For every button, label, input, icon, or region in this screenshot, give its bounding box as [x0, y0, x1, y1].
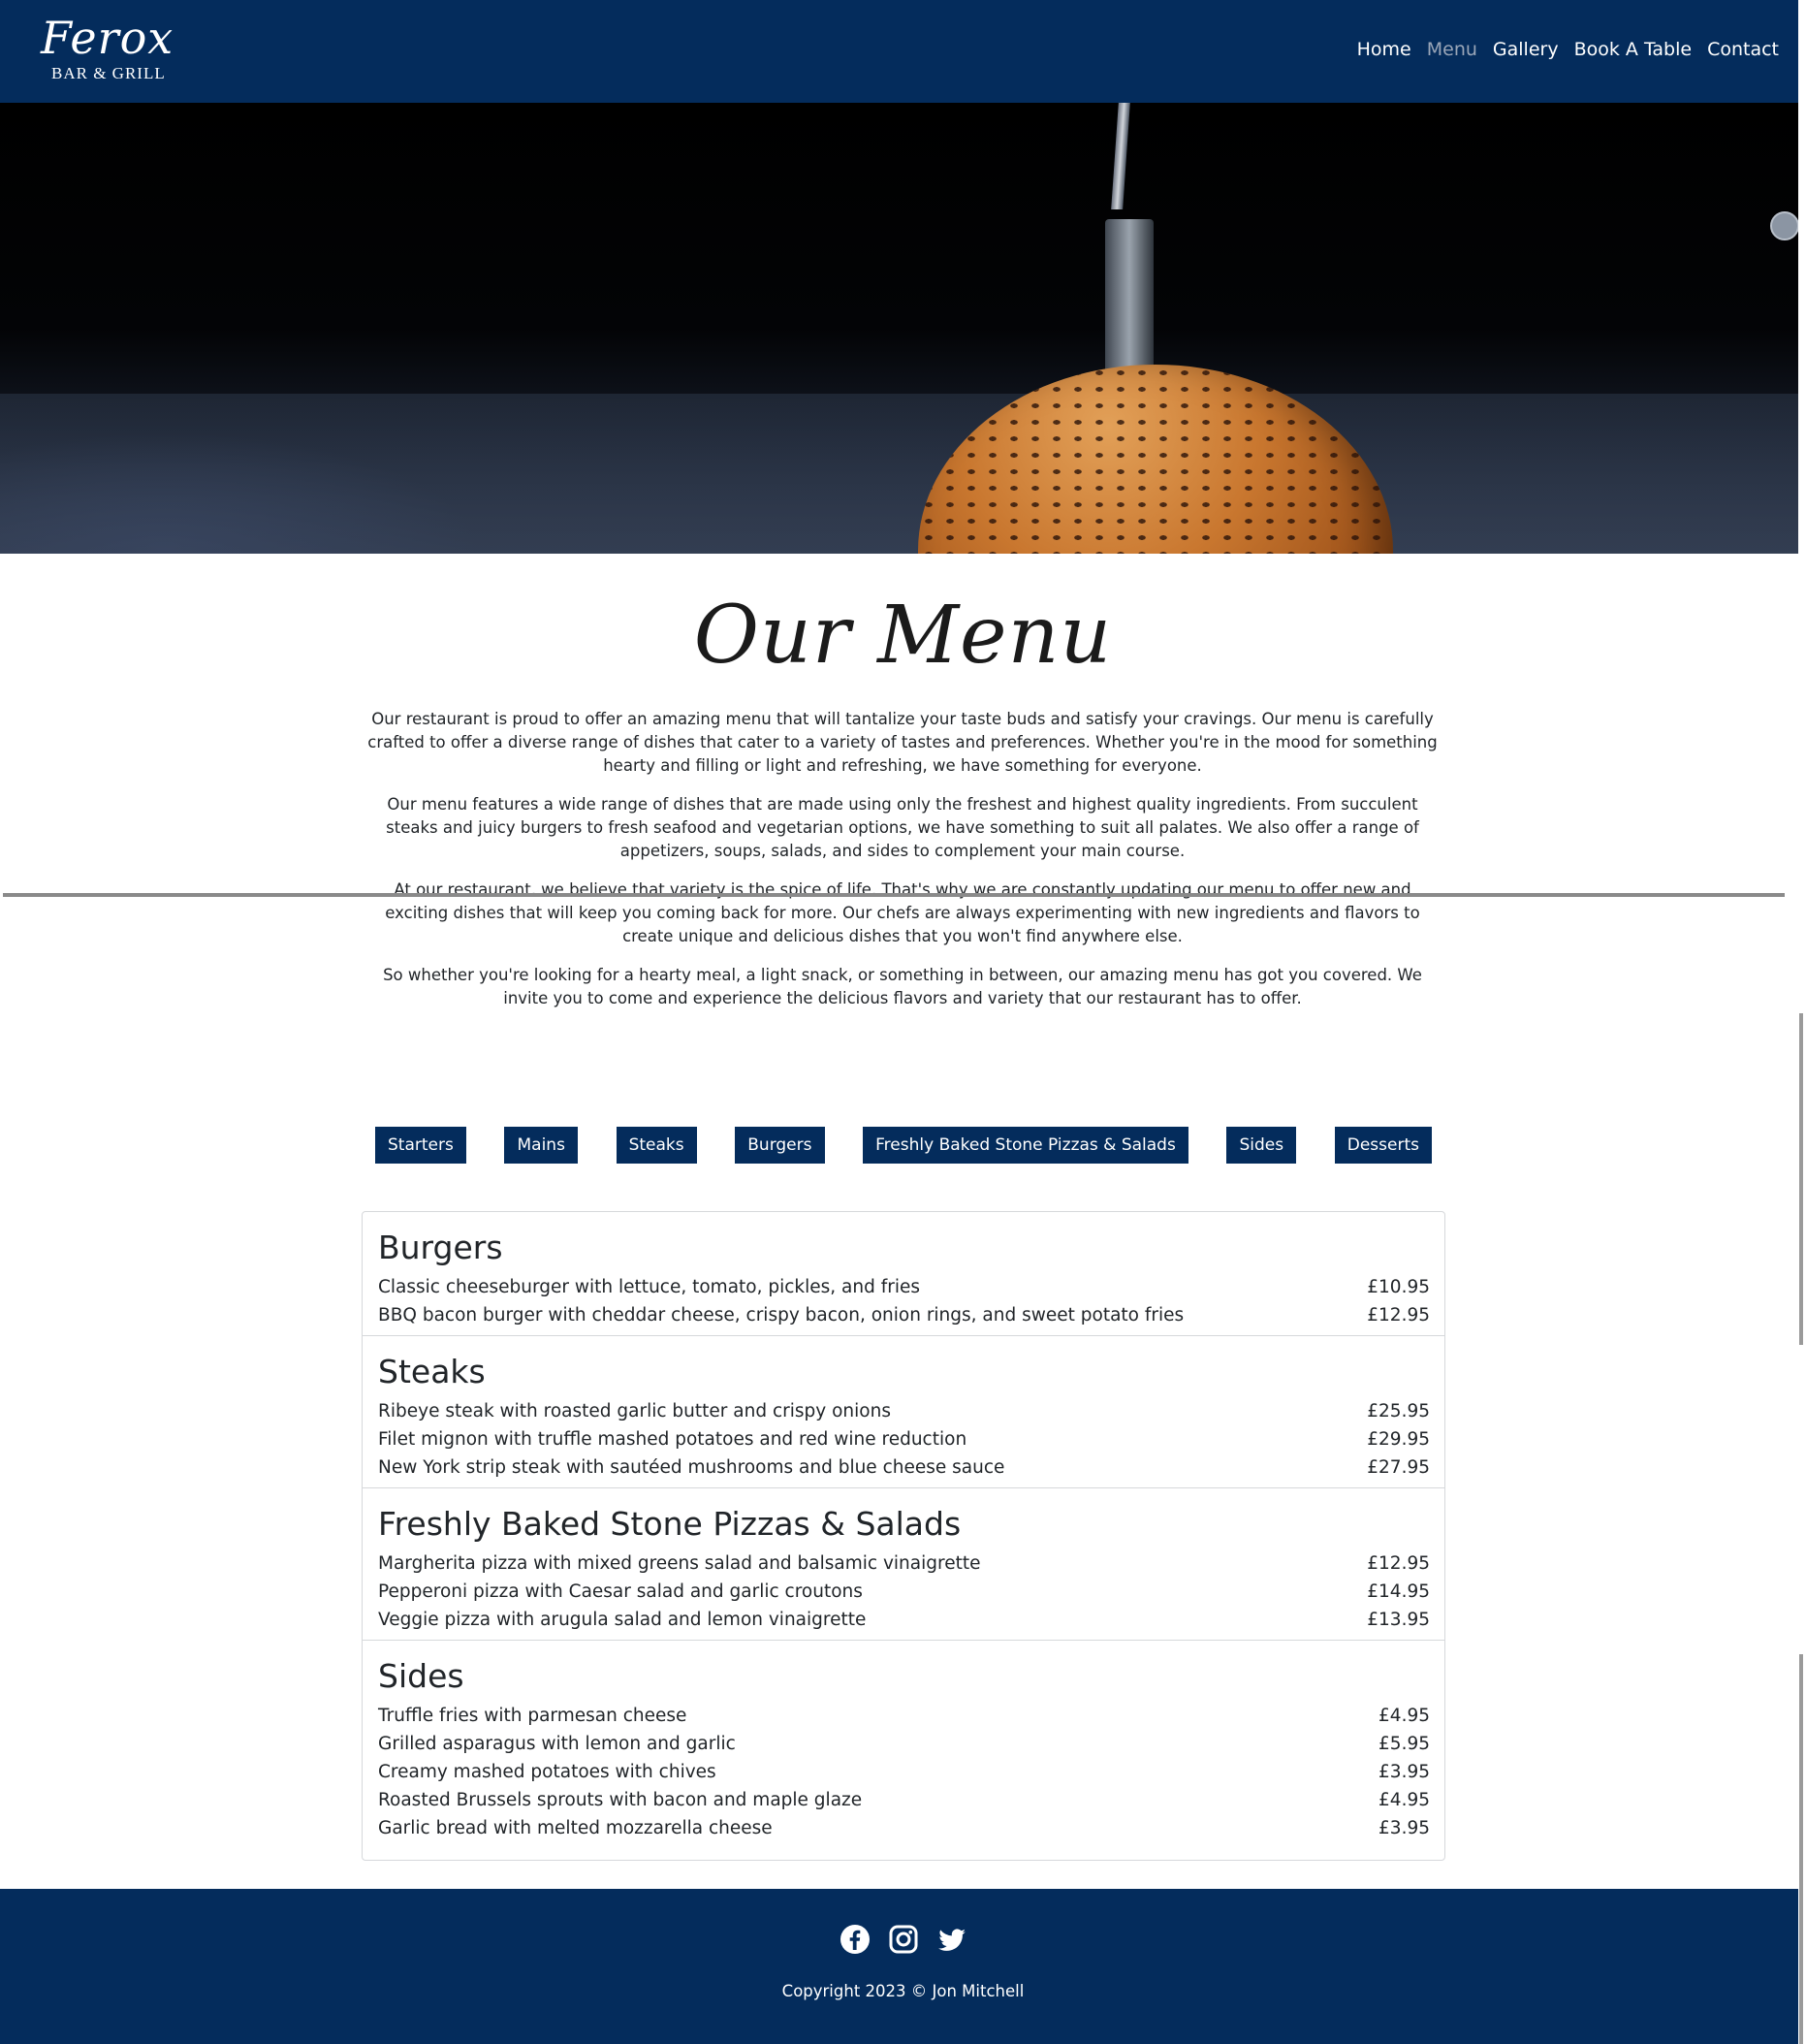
item-price: £14.95 [1367, 1581, 1430, 1602]
tab-sides[interactable]: Sides [1226, 1127, 1297, 1164]
section-title: Freshly Baked Stone Pizzas & Salads [378, 1505, 962, 1543]
tab-starters[interactable]: Starters [375, 1127, 466, 1164]
item-price: £4.95 [1378, 1790, 1430, 1810]
tab-desserts[interactable]: Desserts [1334, 1127, 1432, 1164]
menu-item: Filet mignon with truffle mashed potatoe… [378, 1425, 1430, 1453]
menu-item: Garlic bread with melted mozzarella chee… [378, 1814, 1430, 1842]
item-price: £12.95 [1367, 1305, 1430, 1325]
site-header: Ferox BAR & GRILL Home Menu Gallery Book… [0, 0, 1798, 103]
item-name: Roasted Brussels sprouts with bacon and … [378, 1790, 863, 1810]
menu-section-burgers: Burgers Classic cheeseburger with lettuc… [363, 1212, 1444, 1335]
item-price: £3.95 [1378, 1818, 1430, 1838]
menu-item: Margherita pizza with mixed greens salad… [378, 1549, 1430, 1578]
overlay-divider [3, 893, 1785, 897]
nav-menu[interactable]: Menu [1427, 39, 1477, 60]
item-price: £13.95 [1367, 1610, 1430, 1630]
intro-paragraph: At our restaurant, we believe that varie… [385, 880, 1420, 945]
section-title: Burgers [378, 1229, 503, 1266]
item-name: Grilled asparagus with lemon and garlic [378, 1734, 736, 1754]
menu-section-steaks: Steaks Ribeye steak with roasted garlic … [363, 1335, 1444, 1487]
item-price: £4.95 [1378, 1706, 1430, 1726]
menu-item: Classic cheeseburger with lettuce, tomat… [378, 1273, 1430, 1301]
item-price: £10.95 [1367, 1277, 1430, 1297]
menu-card: Burgers Classic cheeseburger with lettuc… [362, 1211, 1445, 1861]
scroll-to-top-icon[interactable] [1770, 211, 1798, 240]
hero-table-surface [0, 394, 1798, 554]
nav-book-a-table[interactable]: Book A Table [1574, 39, 1693, 60]
section-title: Sides [378, 1657, 464, 1695]
page-title: Our Menu [693, 590, 1113, 682]
item-name: BBQ bacon burger with cheddar cheese, cr… [378, 1305, 1185, 1325]
menu-item: Pepperoni pizza with Caesar salad and ga… [378, 1578, 1430, 1606]
knife-blade [1105, 219, 1154, 379]
menu-item: Creamy mashed potatoes with chives £3.95 [378, 1758, 1430, 1786]
intro-paragraph: Our restaurant is proud to offer an amaz… [367, 710, 1438, 775]
item-name: Garlic bread with melted mozzarella chee… [378, 1818, 773, 1838]
menu-section-pizzas-salads: Freshly Baked Stone Pizzas & Salads Marg… [363, 1487, 1444, 1640]
instagram-icon[interactable] [888, 1924, 919, 1955]
menu-item: Ribeye steak with roasted garlic butter … [378, 1397, 1430, 1425]
facebook-icon[interactable] [840, 1924, 871, 1955]
site-footer: Copyright 2023 © Jon Mitchell [0, 1889, 1798, 2044]
copyright: Copyright 2023 © Jon Mitchell [781, 1982, 1025, 2000]
menu-section-sides: Sides Truffle fries with parmesan cheese… [363, 1640, 1444, 1860]
item-price: £27.95 [1367, 1457, 1430, 1478]
item-price: £3.95 [1378, 1762, 1430, 1782]
menu-item: BBQ bacon burger with cheddar cheese, cr… [378, 1301, 1430, 1329]
tab-pizzas-salads[interactable]: Freshly Baked Stone Pizzas & Salads [863, 1127, 1188, 1164]
scrollbar-thumb[interactable] [1799, 1654, 1803, 2044]
nav-contact[interactable]: Contact [1707, 39, 1779, 60]
menu-item: Roasted Brussels sprouts with bacon and … [378, 1786, 1430, 1814]
tab-steaks[interactable]: Steaks [616, 1127, 697, 1164]
nav-home[interactable]: Home [1357, 39, 1411, 60]
menu-intro: Our restaurant is proud to offer an amaz… [361, 708, 1444, 1026]
menu-item: New York strip steak with sautéed mushro… [378, 1453, 1430, 1482]
twitter-icon[interactable] [936, 1924, 967, 1955]
logo-subtitle: BAR & GRILL [51, 64, 166, 82]
item-name: Margherita pizza with mixed greens salad… [378, 1553, 981, 1574]
menu-item: Truffle fries with parmesan cheese £4.95 [378, 1702, 1430, 1730]
item-name: Classic cheeseburger with lettuce, tomat… [378, 1277, 921, 1297]
scrollbar-thumb[interactable] [1799, 1013, 1803, 1345]
item-name: Filet mignon with truffle mashed potatoe… [378, 1429, 967, 1450]
item-name: Pepperoni pizza with Caesar salad and ga… [378, 1581, 863, 1602]
tab-burgers[interactable]: Burgers [735, 1127, 825, 1164]
hero-image [0, 103, 1798, 554]
logo-script: Ferox [41, 12, 174, 64]
item-price: £25.95 [1367, 1401, 1430, 1421]
nav-gallery[interactable]: Gallery [1493, 39, 1559, 60]
item-name: Creamy mashed potatoes with chives [378, 1762, 716, 1782]
item-price: £5.95 [1378, 1734, 1430, 1754]
item-name: Veggie pizza with arugula salad and lemo… [378, 1610, 867, 1630]
item-price: £29.95 [1367, 1429, 1430, 1450]
intro-paragraph: So whether you're looking for a hearty m… [383, 966, 1422, 1007]
section-title: Steaks [378, 1353, 486, 1390]
item-name: New York strip steak with sautéed mushro… [378, 1457, 1005, 1478]
logo[interactable]: Ferox BAR & GRILL [41, 12, 174, 91]
knife-handle [1111, 103, 1130, 209]
menu-item: Grilled asparagus with lemon and garlic … [378, 1730, 1430, 1758]
item-price: £12.95 [1367, 1553, 1430, 1574]
main-nav: Home Menu Gallery Book A Table Contact [1357, 39, 1779, 60]
item-name: Ribeye steak with roasted garlic butter … [378, 1401, 891, 1421]
social-links [0, 1924, 1806, 1955]
item-name: Truffle fries with parmesan cheese [378, 1706, 687, 1726]
tab-mains[interactable]: Mains [504, 1127, 578, 1164]
intro-paragraph: Our menu features a wide range of dishes… [386, 795, 1419, 860]
menu-item: Veggie pizza with arugula salad and lemo… [378, 1606, 1430, 1634]
menu-category-tabs: Starters Mains Steaks Burgers Freshly Ba… [375, 1127, 1432, 1164]
